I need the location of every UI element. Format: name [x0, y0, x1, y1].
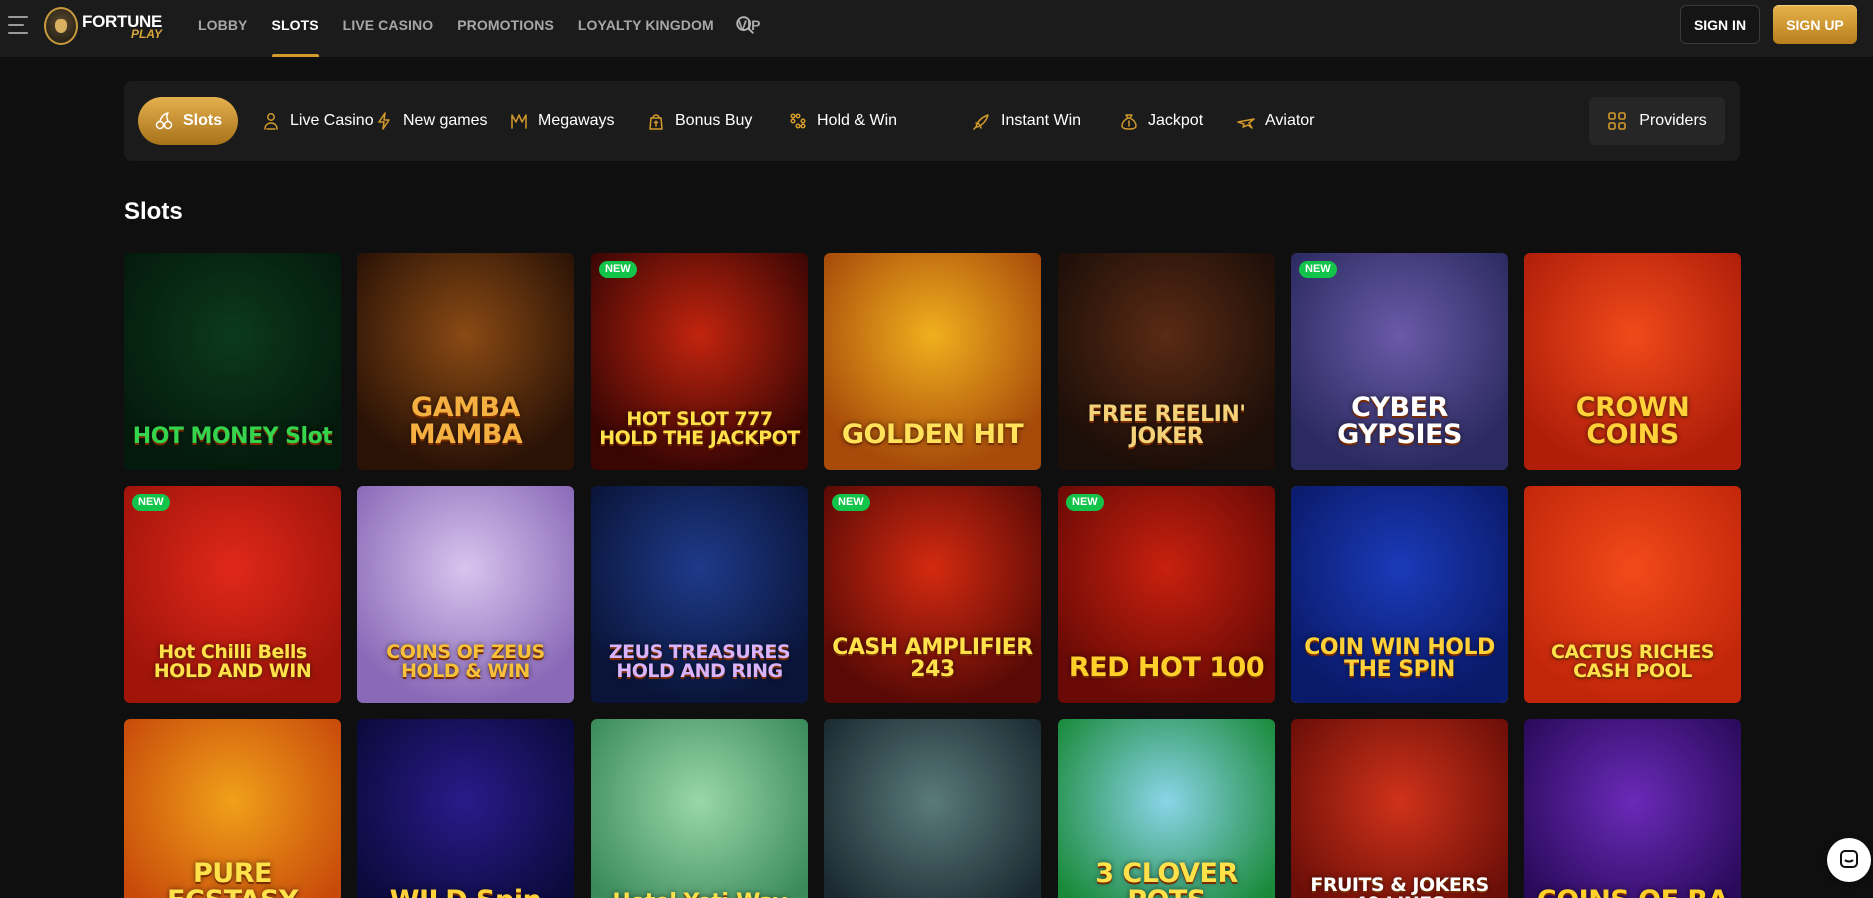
- game-title: CACTUS RICHES CASH POOL: [1551, 641, 1715, 682]
- category-label: Bonus Buy: [675, 112, 753, 129]
- category-live-casino[interactable]: Live Casino: [261, 97, 374, 145]
- nav-item-lobby[interactable]: LOBBY: [198, 0, 248, 57]
- category-label: Jackpot: [1148, 112, 1204, 129]
- game-title: 3 CLOVER POTS: [1095, 858, 1238, 898]
- main-nav: LOBBY SLOTS LIVE CASINO PROMOTIONS LOYALTY K…: [198, 0, 785, 57]
- chat-icon: [1840, 850, 1858, 868]
- game-tile[interactable]: NEW HOT SLOT 777 HOLD THE JACKPOT: [591, 253, 808, 470]
- game-artwork: [591, 719, 808, 898]
- category-label: Aviator: [1265, 112, 1315, 129]
- plane-icon: [1237, 118, 1255, 129]
- section-title: Slots: [124, 198, 183, 225]
- brand-logo[interactable]: FORTUNE PLAY: [44, 5, 162, 47]
- game-artwork: [824, 719, 1041, 898]
- game-tile[interactable]: FREE REELIN' JOKER: [1058, 253, 1275, 470]
- category-label: Hold & Win: [817, 112, 898, 129]
- providers-grid-icon: [1608, 112, 1627, 130]
- game-tile[interactable]: CACTUS RICHES CASH POOL: [1524, 486, 1741, 703]
- sign-in-button[interactable]: SIGN IN: [1680, 5, 1760, 44]
- providers-button[interactable]: Providers: [1589, 97, 1725, 145]
- category-label: New games: [403, 112, 488, 129]
- category-jackpot[interactable]: Jackpot: [1119, 97, 1203, 145]
- nav-item-live-casino[interactable]: LIVE CASINO: [343, 0, 434, 57]
- game-title: RED HOT 100: [1068, 652, 1265, 683]
- search-icon[interactable]: [734, 14, 756, 36]
- game-tile[interactable]: WILD Spin: [357, 719, 574, 898]
- game-tile[interactable]: HOT MONEY Slot: [124, 253, 341, 470]
- category-label: Live Casino: [290, 112, 374, 129]
- category-label: Megaways: [538, 112, 615, 129]
- game-title: Hot Chilli Bells HOLD AND WIN: [153, 641, 312, 682]
- rocket-icon: [973, 114, 989, 130]
- game-title: PURE ECSTASY: [167, 858, 298, 898]
- new-badge: NEW: [599, 261, 637, 278]
- game-artwork: [1524, 719, 1741, 898]
- cherries-icon: [155, 112, 173, 130]
- game-title: FRUITS & JOKERS 40 LINES: [1310, 874, 1489, 898]
- game-title: HOT SLOT 777 HOLD THE JACKPOT: [599, 408, 800, 449]
- dealer-icon: [264, 113, 278, 130]
- game-tile[interactable]: NEW Hot Chilli Bells HOLD AND WIN: [124, 486, 341, 703]
- game-title: GAMBA MAMBA: [408, 392, 523, 450]
- game-title: GOLDEN HIT: [841, 419, 1024, 450]
- bag-icon: [649, 114, 663, 130]
- game-title: HOT MONEY Slot: [132, 424, 333, 449]
- category-bonus-buy[interactable]: Bonus Buy: [646, 97, 752, 145]
- grid-dots-icon: [790, 113, 806, 129]
- game-title: COINS OF ZEUS HOLD & WIN: [386, 641, 545, 682]
- game-title: FREE REELIN' JOKER: [1087, 402, 1246, 449]
- nav-item-loyalty-kingdom[interactable]: LOYALTY KINGDOM: [578, 0, 714, 57]
- game-tile[interactable]: COINS OF ZEUS HOLD & WIN: [357, 486, 574, 703]
- category-hold-win[interactable]: Hold & Win: [788, 97, 897, 145]
- game-tile[interactable]: Hotel Yeti-Way: [591, 719, 808, 898]
- game-title: CYBER GYPSIES: [1337, 392, 1462, 450]
- game-title: Hotel Yeti-Way: [591, 892, 808, 898]
- game-tile[interactable]: NEW CYBER GYPSIES: [1291, 253, 1508, 470]
- game-tile[interactable]: FRUITS & JOKERS 40 LINES: [1291, 719, 1508, 898]
- game-title: CASH AMPLIFIER 243: [832, 635, 1033, 682]
- new-badge: NEW: [132, 494, 170, 511]
- game-title: ZEUS TREASURES HOLD AND RING: [608, 641, 791, 682]
- category-megaways[interactable]: Megaways: [509, 97, 614, 145]
- megaways-icon: [511, 114, 527, 129]
- game-title: COIN WIN HOLD THE SPIN: [1304, 635, 1495, 682]
- game-tile[interactable]: COIN WIN HOLD THE SPIN: [1291, 486, 1508, 703]
- game-title: WILD Spin: [357, 887, 574, 898]
- new-badge: NEW: [1299, 261, 1337, 278]
- new-badge: NEW: [832, 494, 870, 511]
- money-bag-icon: [1121, 114, 1137, 130]
- providers-label: Providers: [1639, 112, 1707, 129]
- game-tile[interactable]: GAMBA MAMBA: [357, 253, 574, 470]
- lion-logo-icon: [44, 7, 78, 45]
- game-tile[interactable]: COINS OF RA: [1524, 719, 1741, 898]
- nav-item-promotions[interactable]: PROMOTIONS: [457, 0, 554, 57]
- top-navigation-bar: FORTUNE PLAY LOBBY SLOTS LIVE CASINO PROMOT…: [0, 0, 1873, 57]
- game-title: COINS OF RA: [1524, 887, 1741, 898]
- game-tile[interactable]: 3 CLOVER POTS: [1058, 719, 1275, 898]
- category-slots[interactable]: Slots: [138, 97, 239, 145]
- game-tile[interactable]: GOLDEN HIT: [824, 253, 1041, 470]
- game-title: CROWN COINS: [1575, 392, 1690, 450]
- nav-item-slots[interactable]: SLOTS: [271, 0, 319, 57]
- category-instant-win[interactable]: Instant Win: [972, 97, 1081, 145]
- game-artwork: [357, 719, 574, 898]
- menu-icon[interactable]: [8, 16, 30, 34]
- game-tile[interactable]: NEW RED HOT 100: [1058, 486, 1275, 703]
- game-tile[interactable]: PURE ECSTASY: [124, 719, 341, 898]
- sign-up-button[interactable]: SIGN UP: [1773, 5, 1857, 44]
- game-artwork: [1291, 719, 1508, 898]
- game-tile[interactable]: ZEUS TREASURES HOLD AND RING: [591, 486, 808, 703]
- category-label: Instant Win: [1001, 112, 1082, 129]
- category-new-games[interactable]: New games: [374, 97, 487, 145]
- lightning-icon: [378, 112, 390, 130]
- category-aviator[interactable]: Aviator: [1236, 97, 1315, 145]
- game-tile[interactable]: NEW CASH AMPLIFIER 243: [824, 486, 1041, 703]
- new-badge: NEW: [1066, 494, 1104, 511]
- category-label: Slots: [183, 112, 223, 129]
- game-tile[interactable]: CROWN COINS: [1524, 253, 1741, 470]
- category-bar: Providers Slots Live Casino New games Megaw…: [124, 81, 1740, 161]
- chat-support-button[interactable]: [1827, 838, 1871, 882]
- game-tile[interactable]: [824, 719, 1041, 898]
